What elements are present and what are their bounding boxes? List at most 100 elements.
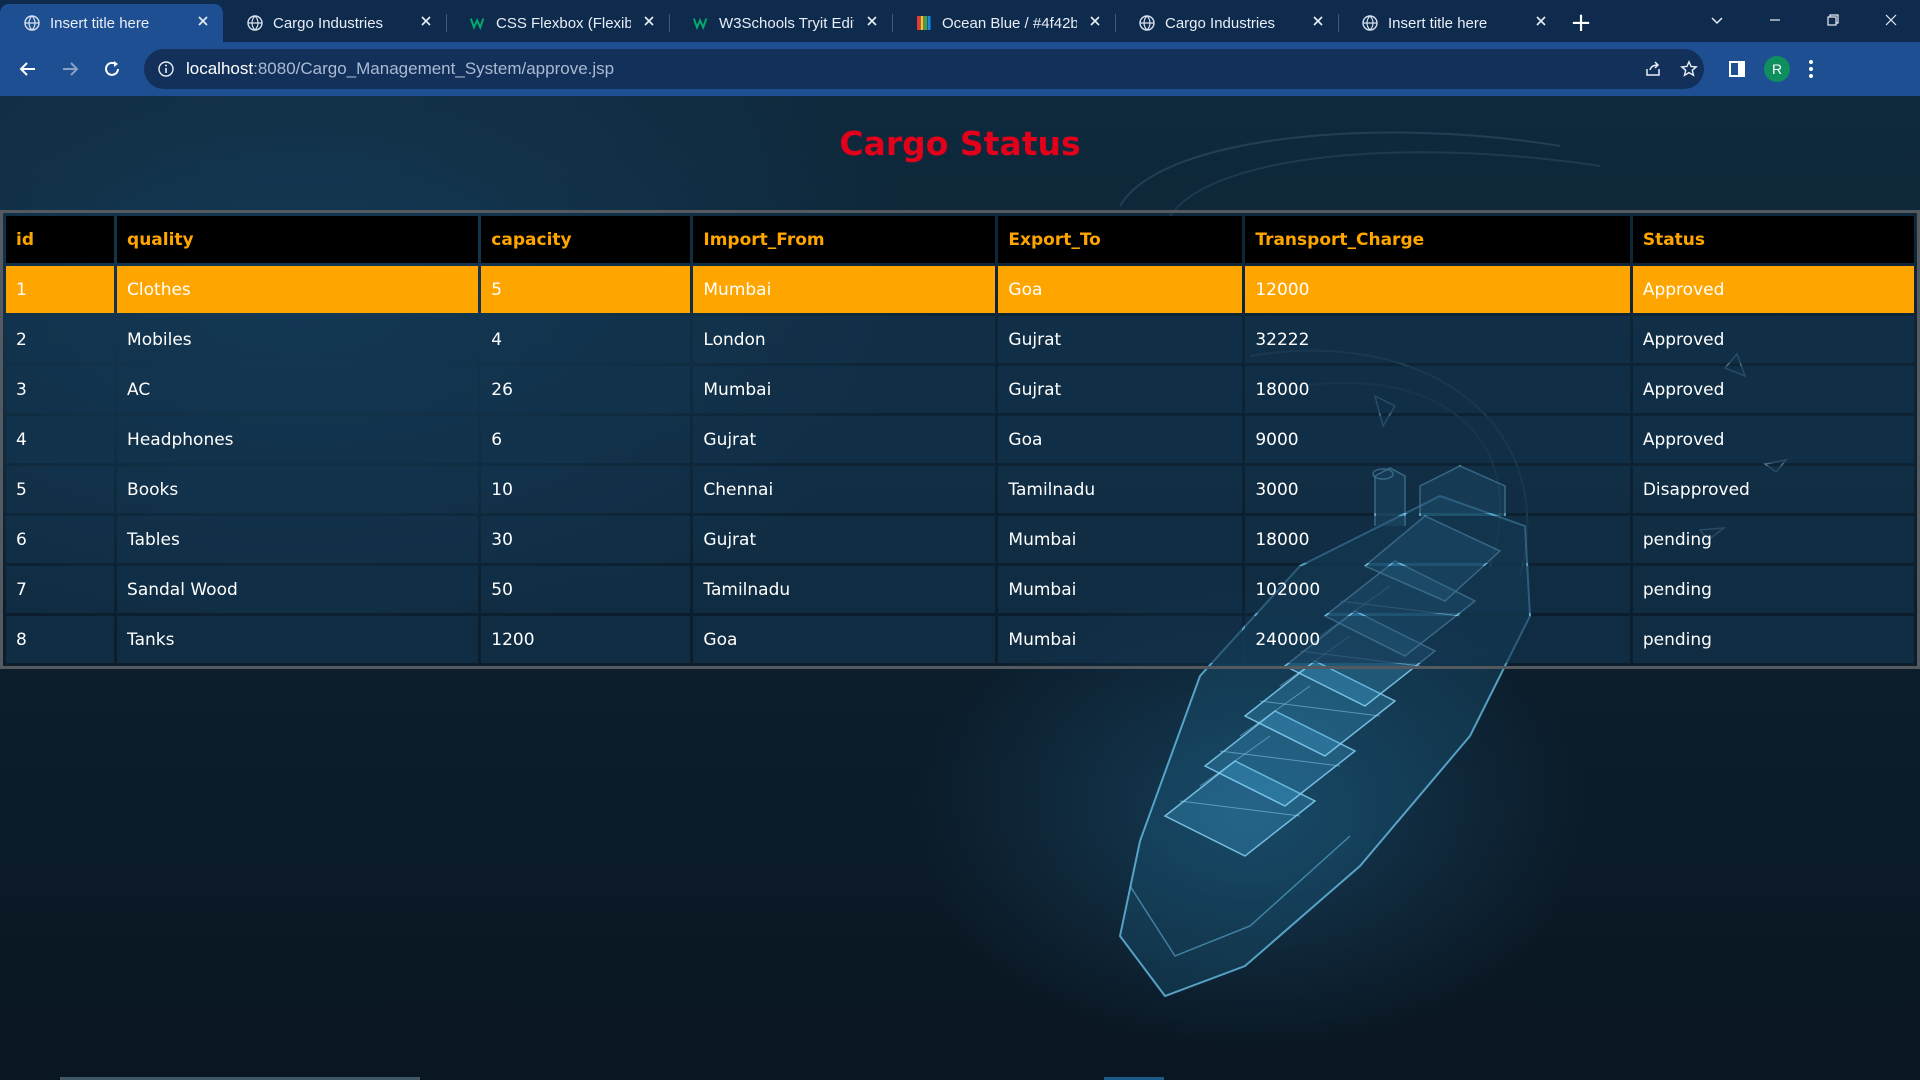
table-body: 1 Clothes 5 Mumbai Goa 12000 Approved 2 Mobiles 4…	[6, 266, 1914, 663]
new-tab-button[interactable]: +	[1561, 4, 1601, 42]
forward-button[interactable]	[50, 49, 90, 89]
tab-title: Insert title here	[50, 14, 150, 32]
cell-transport-charge: 32222	[1245, 316, 1630, 363]
share-icon[interactable]	[1644, 60, 1662, 78]
column-header-id: id	[6, 216, 115, 263]
table-row: 3 AC 26 Mumbai Gujrat 18000 Approved	[6, 366, 1914, 413]
cell-quality: Mobiles	[117, 316, 479, 363]
cell-id: 4	[6, 416, 115, 463]
cell-quality: Books	[117, 466, 479, 513]
profile-avatar[interactable]: R	[1764, 56, 1790, 82]
reload-button[interactable]	[92, 49, 132, 89]
color-palette-icon	[916, 15, 932, 31]
back-button[interactable]	[8, 49, 48, 89]
cell-status: Disapproved	[1632, 466, 1914, 513]
reload-icon	[105, 61, 119, 76]
browser-tab-7[interactable]: Insert title here	[1338, 4, 1561, 42]
cell-quality: Tanks	[117, 616, 479, 663]
url-path: :8080/Cargo_Management_System/approve.js…	[253, 59, 615, 78]
cell-capacity: 30	[481, 516, 691, 563]
column-header-export-to: Export_To	[998, 216, 1243, 263]
url-host: localhost	[186, 59, 254, 78]
tab-close-icon[interactable]	[641, 15, 657, 31]
cell-quality: Tables	[117, 516, 479, 563]
tab-title: Cargo Industries	[273, 14, 384, 32]
table-row: 8 Tanks 1200 Goa Mumbai 240000 pending	[6, 616, 1914, 663]
cell-import-from: London	[693, 316, 996, 363]
cell-export-to: Tamilnadu	[998, 466, 1243, 513]
tab-title: Cargo Industries	[1165, 14, 1276, 32]
cell-id: 2	[6, 316, 115, 363]
table-header-row: id quality capacity Import_From Export_To Tra…	[6, 216, 1914, 263]
browser-tabstrip: Insert title here Cargo Industries CSS Fle…	[0, 0, 1920, 42]
globe-icon	[24, 15, 40, 31]
browser-tab-6[interactable]: Cargo Industries	[1115, 4, 1338, 42]
window-controls	[1688, 0, 1920, 40]
cell-export-to: Mumbai	[998, 516, 1243, 563]
browser-tab-1[interactable]: Insert title here	[0, 4, 223, 42]
cell-capacity: 10	[481, 466, 691, 513]
cell-export-to: Gujrat	[998, 366, 1243, 413]
tab-close-icon[interactable]	[1310, 15, 1326, 31]
tab-close-icon[interactable]	[1087, 15, 1103, 31]
tab-search-icon[interactable]	[1688, 0, 1746, 40]
tab-close-icon[interactable]	[195, 15, 211, 31]
tab-close-icon[interactable]	[418, 15, 434, 31]
browser-tab-3[interactable]: CSS Flexbox (Flexible	[446, 4, 669, 42]
cell-transport-charge: 3000	[1245, 466, 1630, 513]
cell-import-from: Goa	[693, 616, 996, 663]
cell-export-to: Goa	[998, 266, 1243, 313]
cell-quality: Sandal Wood	[117, 566, 479, 613]
browser-tab-4[interactable]: W3Schools Tryit Edito	[669, 4, 892, 42]
tab-close-icon[interactable]	[1533, 15, 1549, 31]
w3schools-icon	[693, 15, 709, 31]
cell-id: 1	[6, 266, 115, 313]
cell-status: Approved	[1632, 416, 1914, 463]
tab-close-icon[interactable]	[864, 15, 880, 31]
menu-kebab-icon[interactable]	[1808, 59, 1814, 79]
globe-icon	[1139, 15, 1155, 31]
cell-import-from: Gujrat	[693, 416, 996, 463]
cell-transport-charge: 102000	[1245, 566, 1630, 613]
cell-export-to: Gujrat	[998, 316, 1243, 363]
cell-export-to: Goa	[998, 416, 1243, 463]
cell-import-from: Chennai	[693, 466, 996, 513]
tab-title: W3Schools Tryit Edito	[719, 14, 854, 32]
tab-title: CSS Flexbox (Flexible	[496, 14, 631, 32]
arrow-right-icon	[63, 62, 79, 76]
table-row: 4 Headphones 6 Gujrat Goa 9000 Approved	[6, 416, 1914, 463]
cell-capacity: 4	[481, 316, 691, 363]
browser-tab-2[interactable]: Cargo Industries	[223, 4, 446, 42]
address-bar[interactable]: localhost:8080/Cargo_Management_System/a…	[144, 49, 1704, 89]
column-header-quality: quality	[117, 216, 479, 263]
cell-capacity: 50	[481, 566, 691, 613]
table-header: id quality capacity Import_From Export_To Tra…	[6, 216, 1914, 263]
browser-tab-5[interactable]: Ocean Blue / #4f42b5	[892, 4, 1115, 42]
minimize-button[interactable]	[1746, 0, 1804, 40]
cell-import-from: Gujrat	[693, 516, 996, 563]
cell-transport-charge: 18000	[1245, 366, 1630, 413]
cell-id: 3	[6, 366, 115, 413]
close-window-button[interactable]	[1862, 0, 1920, 40]
cell-status: pending	[1632, 516, 1914, 563]
address-bar-actions	[1644, 60, 1698, 78]
restore-button[interactable]	[1804, 0, 1862, 40]
table-row: 2 Mobiles 4 London Gujrat 32222 Approved	[6, 316, 1914, 363]
cell-export-to: Mumbai	[998, 616, 1243, 663]
page-title: Cargo Status	[839, 124, 1081, 163]
column-header-import-from: Import_From	[693, 216, 996, 263]
cell-transport-charge: 18000	[1245, 516, 1630, 563]
cell-quality: Clothes	[117, 266, 479, 313]
cell-id: 5	[6, 466, 115, 513]
cell-quality: Headphones	[117, 416, 479, 463]
cell-id: 7	[6, 566, 115, 613]
bookmark-star-icon[interactable]	[1680, 60, 1698, 78]
globe-icon	[1362, 15, 1378, 31]
table-row: 7 Sandal Wood 50 Tamilnadu Mumbai 102000 pendi…	[6, 566, 1914, 613]
info-icon[interactable]	[158, 61, 174, 77]
cell-status: Approved	[1632, 366, 1914, 413]
side-panel-icon[interactable]	[1728, 60, 1746, 78]
cell-quality: AC	[117, 366, 479, 413]
cell-import-from: Tamilnadu	[693, 566, 996, 613]
cell-status: Approved	[1632, 266, 1914, 313]
